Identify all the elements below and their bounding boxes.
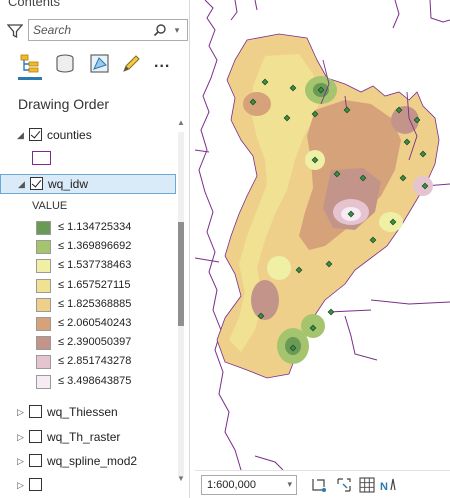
legend-label: ≤ 1.134725334: [58, 221, 132, 233]
layer-row-counties[interactable]: ◢ counties: [0, 126, 176, 146]
legend-swatch[interactable]: [36, 355, 51, 370]
counties-symbol-swatch[interactable]: [32, 151, 51, 165]
grid-icon[interactable]: [358, 476, 376, 494]
north-arrow-icon[interactable]: N: [379, 476, 397, 494]
layer-row-wq-idw[interactable]: ◢ wq_idw: [0, 174, 176, 194]
layer-checkbox-wq-spline-mod2[interactable]: [29, 454, 42, 467]
legend-swatch[interactable]: [36, 259, 51, 274]
layer-row-partial[interactable]: ▷: [0, 476, 176, 496]
layer-row-wq-thiessen[interactable]: ▷ wq_Thiessen: [0, 403, 176, 423]
chevron-down-icon[interactable]: ▾: [287, 479, 292, 490]
drawing-order-heading: Drawing Order: [18, 96, 110, 112]
search-icon[interactable]: [153, 23, 167, 37]
legend-label: ≤ 1.825368885: [58, 297, 132, 310]
filter-icon[interactable]: [7, 23, 23, 39]
legend-label: ≤ 2.851743278: [58, 355, 132, 368]
legend-swatch[interactable]: [36, 374, 51, 389]
filter-row: ▾: [4, 19, 188, 43]
search-box[interactable]: ▾: [28, 19, 188, 41]
idw-raster-map[interactable]: [195, 0, 450, 470]
fixed-zoom-icon[interactable]: [335, 476, 353, 494]
collapse-arrow-icon[interactable]: ▷: [17, 456, 27, 466]
legend-swatch[interactable]: [36, 278, 51, 293]
legend-swatch[interactable]: [36, 221, 51, 235]
legend-item[interactable]: ≤ 1.134725334: [36, 219, 176, 237]
legend-item[interactable]: ≤ 3.498643875: [36, 373, 176, 391]
svg-text:N: N: [380, 481, 388, 493]
legend-label: ≤ 3.498643875: [58, 374, 132, 387]
layer-checkbox-wq-idw[interactable]: [30, 177, 43, 190]
layer-checkbox-wq-th-raster[interactable]: [29, 430, 42, 443]
legend-item[interactable]: ≤ 1.537738463: [36, 257, 176, 275]
scroll-up-icon[interactable]: ▲: [177, 118, 185, 127]
expand-arrow-icon[interactable]: ◢: [17, 130, 27, 140]
navigation-options-icon[interactable]: [311, 476, 329, 494]
pane-title: Contents: [8, 0, 61, 9]
scroll-down-icon[interactable]: ▼: [177, 474, 185, 483]
map-scale-dropdown[interactable]: 1:600,000 ▾: [201, 475, 297, 495]
legend-label: ≤ 1.369896692: [58, 240, 132, 253]
legend-item[interactable]: ≤ 2.060540243: [36, 315, 176, 333]
legend-item[interactable]: ≤ 2.390050397: [36, 334, 176, 352]
chevron-down-icon[interactable]: ▾: [171, 22, 183, 38]
legend-label: ≤ 1.657527115: [58, 278, 131, 291]
legend-item[interactable]: ≤ 1.825368885: [36, 296, 176, 314]
legend-item[interactable]: ≤ 2.851743278: [36, 353, 176, 371]
legend-header: VALUE: [32, 200, 68, 212]
list-by-drawing-order-icon[interactable]: [18, 52, 42, 80]
map-status-bar: 1:600,000 ▾ N: [195, 470, 450, 498]
contents-toolbar: ...: [18, 52, 183, 80]
layer-row-wq-th-raster[interactable]: ▷ wq_Th_raster: [0, 428, 176, 448]
list-by-data-source-icon[interactable]: [53, 52, 77, 78]
scrollbar-thumb[interactable]: [178, 222, 184, 326]
layer-row-wq-spline-mod2[interactable]: ▷ wq_spline_mod2: [0, 452, 176, 472]
collapse-arrow-icon[interactable]: ▷: [17, 480, 27, 490]
collapse-arrow-icon[interactable]: ▷: [17, 407, 27, 417]
list-by-selection-icon[interactable]: [88, 52, 112, 78]
contents-pane: Contents ▾: [0, 0, 190, 498]
layer-checkbox-wq-thiessen[interactable]: [29, 405, 42, 418]
layer-name-wq-th-raster[interactable]: wq_Th_raster: [47, 430, 120, 444]
map-scale-value[interactable]: 1:600,000: [207, 479, 256, 491]
layer-checkbox-partial[interactable]: [29, 478, 42, 491]
expand-arrow-icon[interactable]: ◢: [18, 179, 28, 189]
search-input[interactable]: [33, 22, 143, 38]
layer-name-wq-idw[interactable]: wq_idw: [48, 177, 88, 191]
list-by-editing-icon[interactable]: [119, 52, 143, 78]
legend-swatch[interactable]: [36, 240, 51, 255]
legend-swatch[interactable]: [36, 317, 51, 331]
layer-name-wq-spline-mod2[interactable]: wq_spline_mod2: [47, 454, 137, 468]
contents-scrollbar[interactable]: ▲ ▼: [176, 118, 186, 490]
legend-label: ≤ 1.537738463: [58, 259, 132, 272]
layer-name-wq-thiessen[interactable]: wq_Thiessen: [47, 405, 118, 419]
legend-label: ≤ 2.390050397: [58, 336, 132, 349]
more-options-button[interactable]: ...: [154, 54, 170, 72]
legend-item[interactable]: ≤ 1.369896692: [36, 238, 176, 256]
legend-label: ≤ 2.060540243: [58, 317, 132, 329]
legend-swatch[interactable]: [36, 336, 51, 351]
layer-name-counties[interactable]: counties: [47, 128, 92, 142]
map-view[interactable]: [195, 0, 450, 470]
layer-checkbox-counties[interactable]: [29, 128, 42, 141]
legend-swatch[interactable]: [36, 297, 51, 312]
legend-item[interactable]: ≤ 1.657527115: [36, 277, 176, 295]
collapse-arrow-icon[interactable]: ▷: [17, 432, 27, 442]
